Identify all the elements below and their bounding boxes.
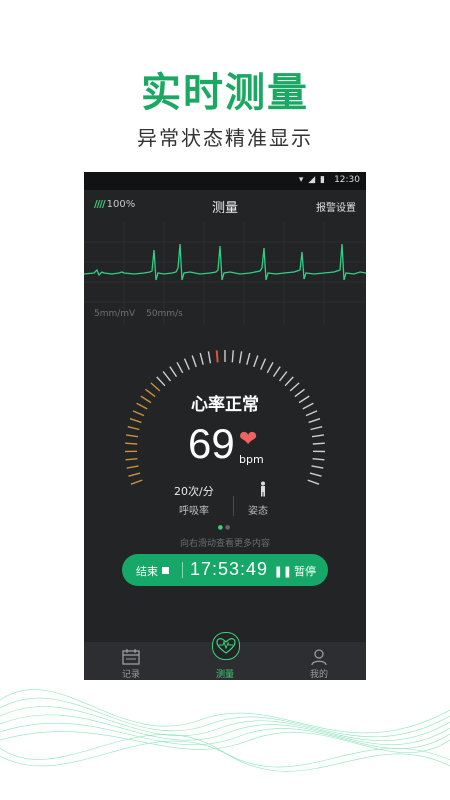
gauge-tick: [156, 376, 166, 387]
gauge-tick: [125, 434, 139, 438]
page-dot: ●: [225, 524, 233, 531]
gauge-tick: [238, 351, 243, 364]
promo-headline: 实时测量: [141, 70, 309, 116]
gauge-tick: [312, 442, 325, 445]
gauge-tick: [125, 458, 138, 461]
gauge-tick: [199, 352, 204, 365]
stop-icon: [162, 567, 169, 574]
gauge-tick: [260, 358, 267, 370]
heart-rate-value: 69: [188, 420, 235, 467]
gauge-tick: [312, 458, 325, 461]
battery-icon: ▮: [320, 175, 326, 185]
control-divider: [182, 562, 183, 578]
gauge-tick: [191, 355, 197, 368]
page-dot-active: ●: [217, 524, 225, 531]
end-button-label: 结束: [136, 565, 158, 578]
gauge-tick: [310, 426, 323, 431]
ecg-scale-speed: 50mm/s: [146, 309, 183, 319]
respiration-value: 20次/分: [174, 485, 214, 498]
pause-button[interactable]: ❚❚ 暂停: [274, 563, 316, 579]
heart-rate-status: 心率正常: [191, 395, 259, 415]
gauge-tick: [311, 465, 324, 469]
gauge-tick: [284, 376, 294, 387]
gauge-tick: [307, 479, 320, 485]
gauge-tick: [130, 479, 143, 485]
gauge-tick: [129, 418, 142, 424]
pause-icon: ❚❚: [273, 565, 292, 578]
posture-label: 姿态: [248, 506, 268, 517]
measurement-control-bar: 结束 17:53:49 ❚❚ 暂停: [122, 554, 328, 586]
decorative-waves: [0, 689, 450, 772]
phone-screen: ▾ ◢ ▮ 12:30 ////100% 测量 报警设置 5mm/mV 50mm…: [84, 172, 366, 680]
page-indicator: ●●: [84, 524, 366, 531]
wifi-icon: ▾: [298, 175, 305, 185]
gauge-tick: [125, 442, 138, 445]
swipe-hint: 向右滑动查看更多内容: [179, 539, 270, 549]
gauge-tick: [246, 352, 251, 365]
gauge-tick: [308, 418, 321, 424]
heartbeat-icon-ring: [212, 632, 240, 660]
gauge-tick: [215, 350, 219, 363]
ecg-scale-amplitude: 5mm/mV: [94, 309, 136, 319]
gauge-tick: [169, 366, 178, 377]
gauge-tick: [176, 361, 184, 374]
gauge-tick: [231, 350, 234, 363]
elapsed-timer: 17:53:49: [190, 559, 269, 579]
alarm-settings-link[interactable]: 报警设置: [316, 199, 356, 214]
respiration-label: 呼吸率: [179, 506, 209, 517]
heartbeat-icon: [216, 638, 236, 654]
status-bar: ▾ ◢ ▮ 12:30: [84, 172, 366, 190]
gauge-tick: [278, 371, 288, 382]
signal-icon: ◢: [308, 175, 317, 185]
status-time: 12:30: [334, 175, 360, 185]
heart-rate-unit: bpm: [239, 453, 264, 466]
gauge-tick: [162, 371, 172, 382]
gauge-tick: [253, 355, 259, 368]
gauge-tick: [266, 361, 274, 374]
metrics-divider: [233, 496, 234, 516]
gauge-tick: [126, 465, 139, 469]
status-icons: ▾ ◢ ▮: [299, 175, 326, 185]
pause-button-label: 暂停: [294, 565, 316, 578]
gauge-tick: [128, 472, 141, 477]
gauge-tick: [309, 472, 322, 477]
ecg-scale: 5mm/mV 50mm/s: [94, 309, 191, 319]
promo-subheadline: 异常状态精准显示: [137, 126, 313, 150]
gauge-tick: [127, 426, 140, 431]
app-header: ////100% 测量 报警设置: [84, 190, 366, 220]
person-posture-icon: [261, 481, 265, 497]
gauge-tick: [183, 358, 190, 370]
gauge-tick: [207, 351, 212, 364]
gauge-tick: [272, 366, 281, 377]
end-button[interactable]: 结束: [136, 563, 169, 579]
gauge-tick: [311, 434, 325, 438]
heart-icon: ❤: [239, 427, 258, 452]
